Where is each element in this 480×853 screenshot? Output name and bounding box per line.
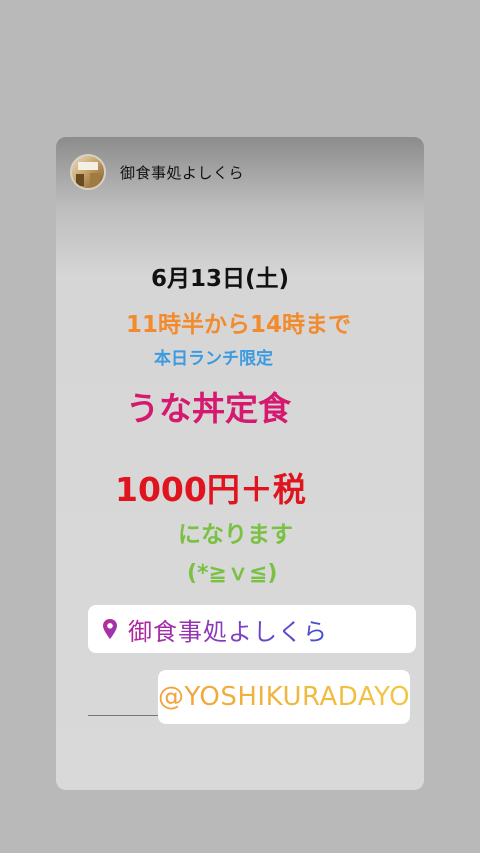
story-card: 御食事処よしくら 6月13日(土) 11時半から14時まで 本日ランチ限定 うな… [56, 137, 424, 790]
closing-text: になります [178, 522, 293, 548]
mention-divider [88, 715, 162, 716]
mention-sticker-label: @YOSHIKURADAYO [157, 682, 411, 712]
location-sticker-label: 御食事処よしくら [128, 612, 328, 647]
mention-sticker[interactable]: @YOSHIKURADAYO [158, 670, 410, 724]
date-text: 6月13日(土) [151, 266, 290, 292]
avatar[interactable] [70, 154, 106, 190]
price-text: 1000円＋税 [115, 470, 306, 509]
story-header[interactable]: 御食事処よしくら [70, 154, 244, 190]
emoticon-text: (*≧ｖ≦) [187, 561, 278, 586]
location-sticker[interactable]: 御食事処よしくら [88, 605, 416, 653]
location-pin-icon [102, 618, 118, 640]
limited-text: 本日ランチ限定 [154, 349, 273, 369]
account-name[interactable]: 御食事処よしくら [120, 162, 244, 183]
hours-text: 11時半から14時まで [126, 312, 352, 338]
menu-item-text: うな丼定食 [126, 389, 291, 428]
